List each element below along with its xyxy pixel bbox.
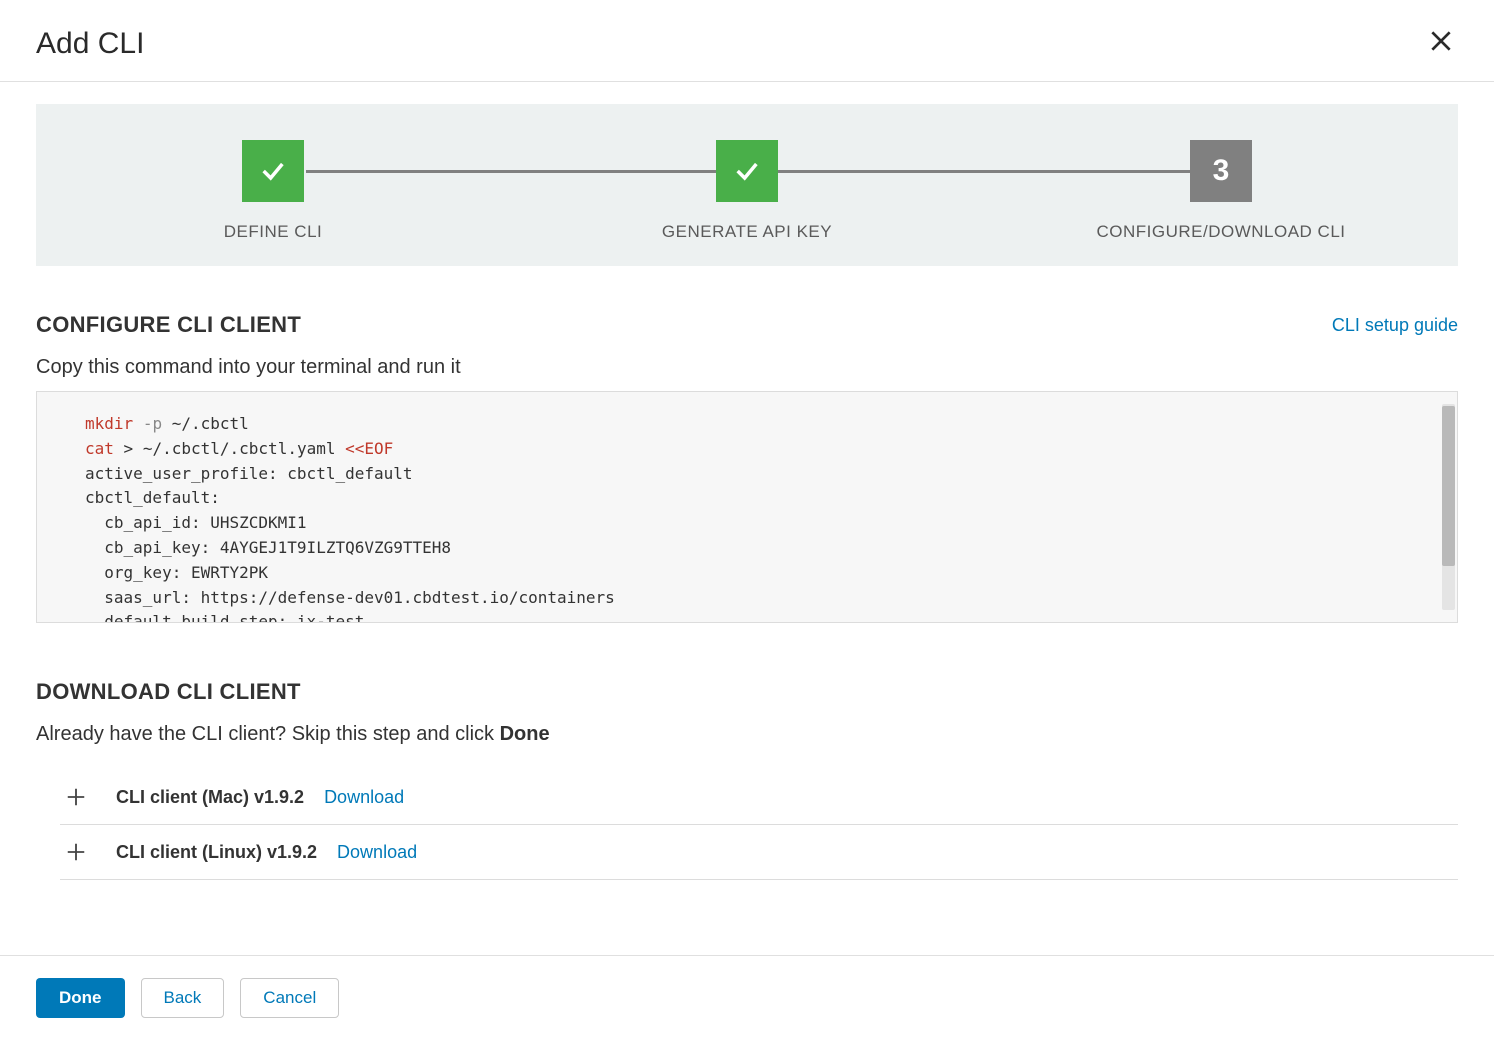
command-code-block[interactable]: mkdir -p ~/.cbctl cat > ~/.cbctl/.cbctl.… bbox=[36, 391, 1458, 623]
back-button[interactable]: Back bbox=[141, 978, 225, 1018]
download-list: CLI client (Mac) v1.9.2 Download CLI cli… bbox=[36, 770, 1458, 880]
cancel-button[interactable]: Cancel bbox=[240, 978, 339, 1018]
step-box bbox=[242, 140, 304, 202]
modal-content: DEFINE CLI GENERATE API KEY 3 CONFIGURE/… bbox=[0, 82, 1494, 955]
download-subtitle: Already have the CLI client? Skip this s… bbox=[36, 723, 1458, 746]
step-label: GENERATE API KEY bbox=[662, 222, 832, 242]
plus-icon bbox=[65, 786, 87, 808]
download-link[interactable]: Download bbox=[324, 787, 404, 808]
add-cli-modal: Add CLI DEFINE CLI GENERATE API KEY bbox=[0, 0, 1494, 1040]
code-token: mkdir bbox=[85, 414, 133, 433]
modal-footer: Done Back Cancel bbox=[0, 955, 1494, 1040]
step-label: DEFINE CLI bbox=[224, 222, 323, 242]
code-body: active_user_profile: cbctl_default cbctl… bbox=[85, 464, 615, 623]
modal-header: Add CLI bbox=[0, 0, 1494, 82]
expand-button[interactable] bbox=[60, 786, 92, 808]
download-subtitle-bold: Done bbox=[500, 723, 550, 745]
plus-icon bbox=[65, 841, 87, 863]
configure-section-header: CONFIGURE CLI CLIENT CLI setup guide bbox=[36, 312, 1458, 338]
code-token: <<EOF bbox=[345, 439, 393, 458]
download-item-name: CLI client (Linux) v1.9.2 bbox=[116, 842, 317, 863]
code-token: cat bbox=[85, 439, 114, 458]
step-configure-download: 3 CONFIGURE/DOWNLOAD CLI bbox=[984, 140, 1458, 242]
expand-button[interactable] bbox=[60, 841, 92, 863]
check-icon bbox=[259, 157, 287, 185]
wizard-stepper: DEFINE CLI GENERATE API KEY 3 CONFIGURE/… bbox=[36, 104, 1458, 266]
cli-setup-guide-link[interactable]: CLI setup guide bbox=[1332, 315, 1458, 336]
code-token: > bbox=[124, 439, 134, 458]
step-box: 3 bbox=[1190, 140, 1252, 202]
close-icon bbox=[1428, 28, 1454, 54]
done-button[interactable]: Done bbox=[36, 978, 125, 1018]
scrollbar-thumb[interactable] bbox=[1442, 406, 1455, 566]
configure-title: CONFIGURE CLI CLIENT bbox=[36, 312, 301, 338]
download-row-mac: CLI client (Mac) v1.9.2 Download bbox=[60, 770, 1458, 825]
download-subtitle-text: Already have the CLI client? Skip this s… bbox=[36, 723, 500, 745]
download-item-name: CLI client (Mac) v1.9.2 bbox=[116, 787, 304, 808]
download-row-linux: CLI client (Linux) v1.9.2 Download bbox=[60, 825, 1458, 880]
configure-subtitle: Copy this command into your terminal and… bbox=[36, 356, 1458, 379]
step-define-cli: DEFINE CLI bbox=[36, 140, 510, 242]
code-token: ~/.cbctl/.cbctl.yaml bbox=[143, 439, 336, 458]
download-title: DOWNLOAD CLI CLIENT bbox=[36, 679, 1458, 705]
close-button[interactable] bbox=[1424, 24, 1458, 63]
code-token: -p bbox=[143, 414, 162, 433]
modal-title: Add CLI bbox=[36, 27, 144, 61]
step-generate-api-key: GENERATE API KEY bbox=[510, 140, 984, 242]
code-token: ~/.cbctl bbox=[172, 414, 249, 433]
step-box bbox=[716, 140, 778, 202]
check-icon bbox=[733, 157, 761, 185]
download-link[interactable]: Download bbox=[337, 842, 417, 863]
step-label: CONFIGURE/DOWNLOAD CLI bbox=[1096, 222, 1345, 242]
